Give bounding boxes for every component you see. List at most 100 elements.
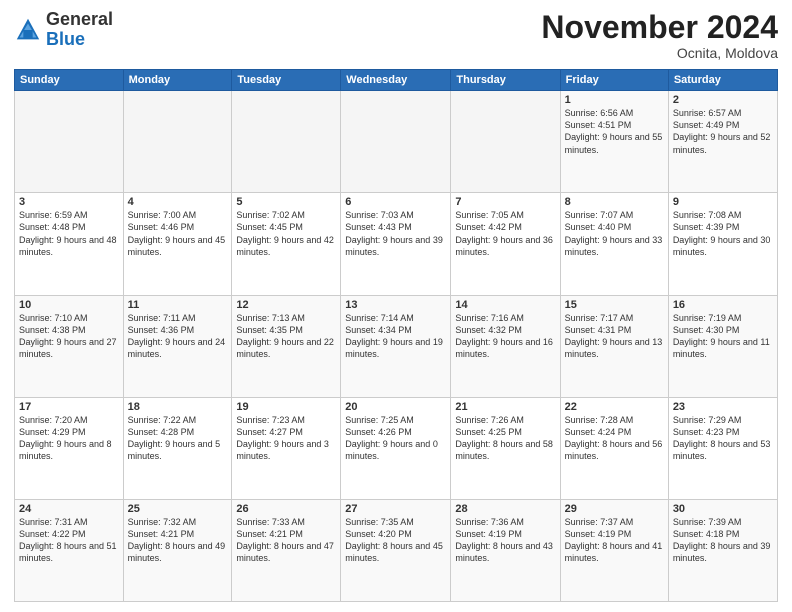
- day-info: Sunrise: 7:11 AM Sunset: 4:36 PM Dayligh…: [128, 312, 228, 361]
- day-number: 27: [345, 503, 446, 515]
- day-info: Sunrise: 7:13 AM Sunset: 4:35 PM Dayligh…: [236, 312, 336, 361]
- day-number: 22: [565, 401, 664, 413]
- day-info: Sunrise: 7:36 AM Sunset: 4:19 PM Dayligh…: [455, 516, 555, 565]
- day-info: Sunrise: 7:02 AM Sunset: 4:45 PM Dayligh…: [236, 209, 336, 258]
- day-number: 25: [128, 503, 228, 515]
- day-number: 23: [673, 401, 773, 413]
- calendar-cell: 27Sunrise: 7:35 AM Sunset: 4:20 PM Dayli…: [341, 499, 451, 601]
- logo-blue-text: Blue: [46, 29, 85, 49]
- day-info: Sunrise: 7:00 AM Sunset: 4:46 PM Dayligh…: [128, 209, 228, 258]
- logo: General Blue: [14, 10, 113, 50]
- day-number: 9: [673, 196, 773, 208]
- day-info: Sunrise: 7:32 AM Sunset: 4:21 PM Dayligh…: [128, 516, 228, 565]
- col-wednesday: Wednesday: [341, 70, 451, 91]
- day-number: 7: [455, 196, 555, 208]
- calendar-cell: 14Sunrise: 7:16 AM Sunset: 4:32 PM Dayli…: [451, 295, 560, 397]
- col-thursday: Thursday: [451, 70, 560, 91]
- logo-icon: [14, 16, 42, 44]
- calendar-cell: [341, 91, 451, 193]
- calendar-week-1: 1Sunrise: 6:56 AM Sunset: 4:51 PM Daylig…: [15, 91, 778, 193]
- day-info: Sunrise: 7:14 AM Sunset: 4:34 PM Dayligh…: [345, 312, 446, 361]
- calendar-cell: [123, 91, 232, 193]
- calendar-week-2: 3Sunrise: 6:59 AM Sunset: 4:48 PM Daylig…: [15, 193, 778, 295]
- day-number: 30: [673, 503, 773, 515]
- location: Ocnita, Moldova: [541, 45, 778, 61]
- calendar-cell: 7Sunrise: 7:05 AM Sunset: 4:42 PM Daylig…: [451, 193, 560, 295]
- calendar-cell: 22Sunrise: 7:28 AM Sunset: 4:24 PM Dayli…: [560, 397, 668, 499]
- calendar-cell: 30Sunrise: 7:39 AM Sunset: 4:18 PM Dayli…: [668, 499, 777, 601]
- calendar-cell: 16Sunrise: 7:19 AM Sunset: 4:30 PM Dayli…: [668, 295, 777, 397]
- calendar-cell: [232, 91, 341, 193]
- calendar-week-4: 17Sunrise: 7:20 AM Sunset: 4:29 PM Dayli…: [15, 397, 778, 499]
- day-info: Sunrise: 6:59 AM Sunset: 4:48 PM Dayligh…: [19, 209, 119, 258]
- day-info: Sunrise: 7:07 AM Sunset: 4:40 PM Dayligh…: [565, 209, 664, 258]
- day-number: 8: [565, 196, 664, 208]
- day-number: 10: [19, 299, 119, 311]
- day-number: 1: [565, 94, 664, 106]
- calendar-cell: 13Sunrise: 7:14 AM Sunset: 4:34 PM Dayli…: [341, 295, 451, 397]
- day-info: Sunrise: 7:39 AM Sunset: 4:18 PM Dayligh…: [673, 516, 773, 565]
- day-number: 13: [345, 299, 446, 311]
- calendar-cell: 12Sunrise: 7:13 AM Sunset: 4:35 PM Dayli…: [232, 295, 341, 397]
- day-number: 26: [236, 503, 336, 515]
- day-number: 29: [565, 503, 664, 515]
- col-monday: Monday: [123, 70, 232, 91]
- calendar-cell: 8Sunrise: 7:07 AM Sunset: 4:40 PM Daylig…: [560, 193, 668, 295]
- day-info: Sunrise: 7:08 AM Sunset: 4:39 PM Dayligh…: [673, 209, 773, 258]
- day-number: 12: [236, 299, 336, 311]
- calendar-week-5: 24Sunrise: 7:31 AM Sunset: 4:22 PM Dayli…: [15, 499, 778, 601]
- calendar-cell: [15, 91, 124, 193]
- day-info: Sunrise: 7:05 AM Sunset: 4:42 PM Dayligh…: [455, 209, 555, 258]
- calendar-header-row: Sunday Monday Tuesday Wednesday Thursday…: [15, 70, 778, 91]
- calendar-cell: 5Sunrise: 7:02 AM Sunset: 4:45 PM Daylig…: [232, 193, 341, 295]
- day-info: Sunrise: 7:23 AM Sunset: 4:27 PM Dayligh…: [236, 414, 336, 463]
- logo-text: General Blue: [46, 10, 113, 50]
- calendar-cell: 20Sunrise: 7:25 AM Sunset: 4:26 PM Dayli…: [341, 397, 451, 499]
- month-title: November 2024: [541, 10, 778, 45]
- calendar-cell: 18Sunrise: 7:22 AM Sunset: 4:28 PM Dayli…: [123, 397, 232, 499]
- calendar-cell: 28Sunrise: 7:36 AM Sunset: 4:19 PM Dayli…: [451, 499, 560, 601]
- title-block: November 2024 Ocnita, Moldova: [541, 10, 778, 61]
- day-info: Sunrise: 6:57 AM Sunset: 4:49 PM Dayligh…: [673, 107, 773, 156]
- calendar-cell: 3Sunrise: 6:59 AM Sunset: 4:48 PM Daylig…: [15, 193, 124, 295]
- day-number: 4: [128, 196, 228, 208]
- day-info: Sunrise: 7:26 AM Sunset: 4:25 PM Dayligh…: [455, 414, 555, 463]
- day-info: Sunrise: 7:10 AM Sunset: 4:38 PM Dayligh…: [19, 312, 119, 361]
- col-friday: Friday: [560, 70, 668, 91]
- calendar-cell: 26Sunrise: 7:33 AM Sunset: 4:21 PM Dayli…: [232, 499, 341, 601]
- day-info: Sunrise: 7:37 AM Sunset: 4:19 PM Dayligh…: [565, 516, 664, 565]
- day-info: Sunrise: 7:35 AM Sunset: 4:20 PM Dayligh…: [345, 516, 446, 565]
- calendar-table: Sunday Monday Tuesday Wednesday Thursday…: [14, 69, 778, 602]
- calendar-cell: 6Sunrise: 7:03 AM Sunset: 4:43 PM Daylig…: [341, 193, 451, 295]
- day-number: 28: [455, 503, 555, 515]
- calendar-cell: 29Sunrise: 7:37 AM Sunset: 4:19 PM Dayli…: [560, 499, 668, 601]
- logo-general-text: General: [46, 9, 113, 29]
- day-info: Sunrise: 7:17 AM Sunset: 4:31 PM Dayligh…: [565, 312, 664, 361]
- calendar-cell: 15Sunrise: 7:17 AM Sunset: 4:31 PM Dayli…: [560, 295, 668, 397]
- col-saturday: Saturday: [668, 70, 777, 91]
- calendar-cell: 4Sunrise: 7:00 AM Sunset: 4:46 PM Daylig…: [123, 193, 232, 295]
- header: General Blue November 2024 Ocnita, Moldo…: [14, 10, 778, 61]
- day-info: Sunrise: 7:31 AM Sunset: 4:22 PM Dayligh…: [19, 516, 119, 565]
- day-number: 17: [19, 401, 119, 413]
- day-number: 16: [673, 299, 773, 311]
- calendar-cell: 19Sunrise: 7:23 AM Sunset: 4:27 PM Dayli…: [232, 397, 341, 499]
- day-number: 11: [128, 299, 228, 311]
- day-number: 19: [236, 401, 336, 413]
- day-number: 24: [19, 503, 119, 515]
- day-number: 20: [345, 401, 446, 413]
- day-number: 18: [128, 401, 228, 413]
- day-info: Sunrise: 6:56 AM Sunset: 4:51 PM Dayligh…: [565, 107, 664, 156]
- calendar-cell: 11Sunrise: 7:11 AM Sunset: 4:36 PM Dayli…: [123, 295, 232, 397]
- calendar-cell: 25Sunrise: 7:32 AM Sunset: 4:21 PM Dayli…: [123, 499, 232, 601]
- calendar-cell: 21Sunrise: 7:26 AM Sunset: 4:25 PM Dayli…: [451, 397, 560, 499]
- day-number: 14: [455, 299, 555, 311]
- day-number: 5: [236, 196, 336, 208]
- calendar-week-3: 10Sunrise: 7:10 AM Sunset: 4:38 PM Dayli…: [15, 295, 778, 397]
- col-sunday: Sunday: [15, 70, 124, 91]
- day-info: Sunrise: 7:20 AM Sunset: 4:29 PM Dayligh…: [19, 414, 119, 463]
- day-info: Sunrise: 7:29 AM Sunset: 4:23 PM Dayligh…: [673, 414, 773, 463]
- calendar-cell: 10Sunrise: 7:10 AM Sunset: 4:38 PM Dayli…: [15, 295, 124, 397]
- calendar-cell: [451, 91, 560, 193]
- calendar-cell: 24Sunrise: 7:31 AM Sunset: 4:22 PM Dayli…: [15, 499, 124, 601]
